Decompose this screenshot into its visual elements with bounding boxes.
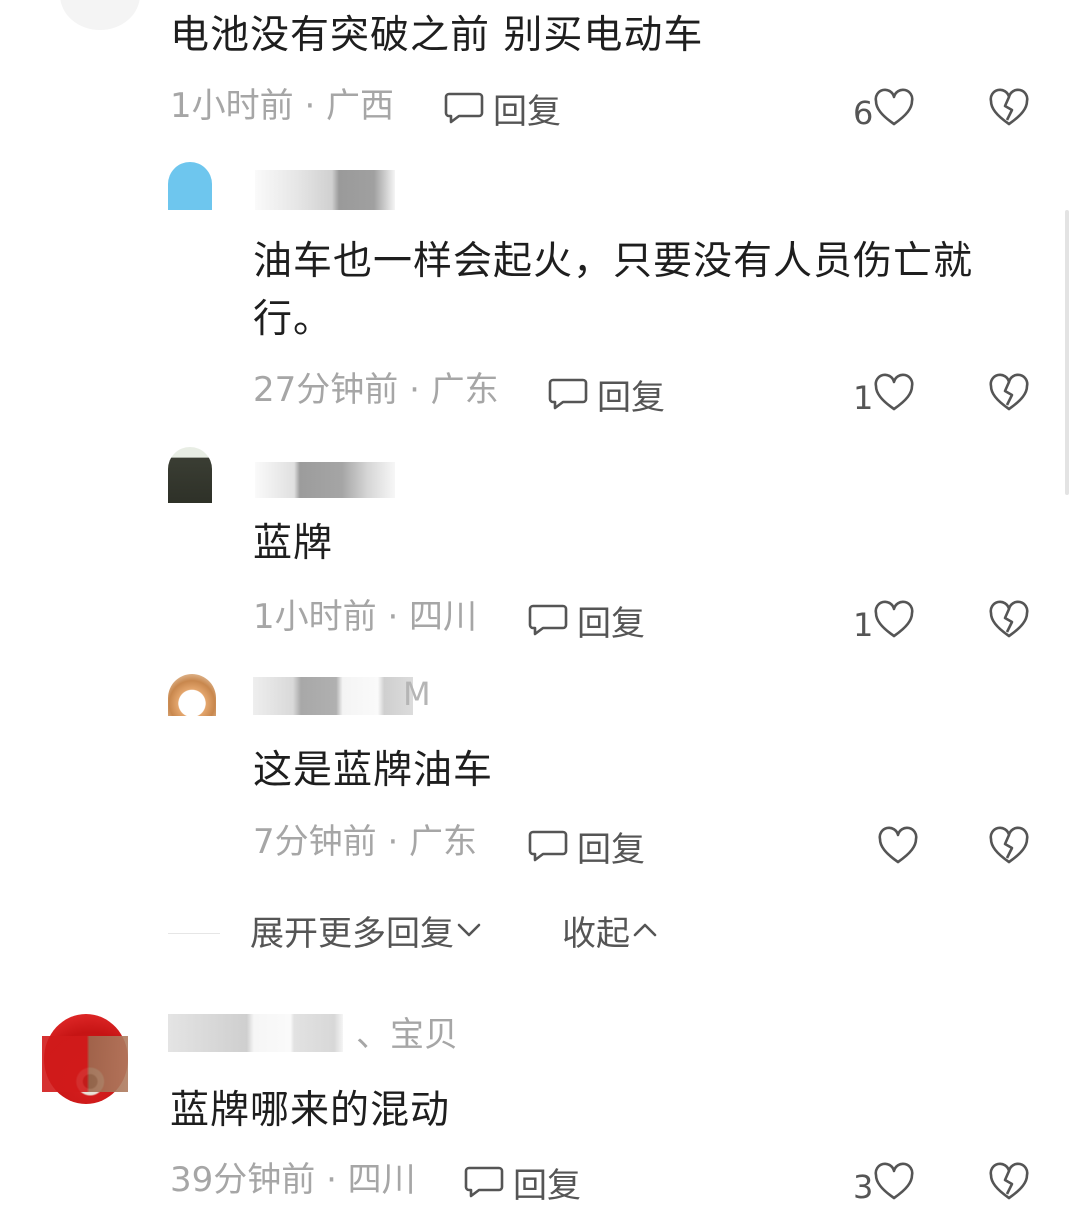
avatar[interactable]: [168, 162, 212, 210]
chevron-up-icon: [630, 914, 660, 954]
avatar[interactable]: [168, 447, 212, 503]
reply-button[interactable]: 回复: [463, 1160, 581, 1211]
chat-bubble-icon: [547, 372, 589, 423]
dislike-button[interactable]: [988, 373, 1030, 417]
comment-meta: 7分钟前 · 广东: [253, 822, 478, 862]
dislike-button[interactable]: [988, 88, 1030, 132]
reply-label: 回复: [597, 377, 665, 418]
comment-text: 蓝牌哪来的混动: [170, 1088, 451, 1133]
heart-icon: [873, 88, 915, 137]
broken-heart-icon: [988, 826, 1030, 870]
username-blurred: [255, 462, 395, 498]
broken-heart-icon: [988, 88, 1030, 132]
reply-button[interactable]: 回复: [527, 598, 645, 649]
username-fragment: M: [403, 675, 431, 713]
comment-text: 油车也一样会起火，只要没有人员伤亡就: [253, 239, 974, 284]
reply-label: 回复: [577, 829, 645, 870]
comment-meta: 39分钟前 · 四川: [170, 1160, 416, 1200]
like-button[interactable]: [877, 826, 919, 875]
heart-icon: [873, 600, 915, 649]
collapse-button[interactable]: 收起: [562, 914, 660, 954]
username-blurred: [255, 170, 395, 210]
broken-heart-icon: [988, 600, 1030, 644]
avatar[interactable]: [60, 0, 140, 30]
comment-meta: 1小时前 · 四川: [253, 597, 478, 637]
like-button[interactable]: 6: [853, 88, 915, 137]
comment-text-continued: 行。: [253, 297, 334, 342]
divider: [168, 933, 220, 934]
username-blurred: [253, 677, 413, 715]
expand-more-label: 展开更多回复: [250, 914, 454, 954]
heart-icon: [873, 1162, 915, 1211]
broken-heart-icon: [988, 373, 1030, 417]
avatar-overlay: [42, 1036, 128, 1092]
reply-button[interactable]: 回复: [443, 86, 561, 137]
chat-bubble-icon: [527, 598, 569, 649]
chat-bubble-icon: [443, 86, 485, 137]
avatar[interactable]: [168, 674, 216, 716]
chat-bubble-icon: [463, 1160, 505, 1211]
like-count: 6: [853, 93, 874, 132]
dislike-button[interactable]: [988, 600, 1030, 644]
comment-text: 这是蓝牌油车: [253, 748, 494, 793]
username-blurred: [168, 1014, 343, 1052]
like-button[interactable]: 1: [853, 600, 915, 649]
like-count: 3: [853, 1167, 874, 1206]
dislike-button[interactable]: [988, 826, 1030, 870]
reply-label: 回复: [493, 91, 561, 132]
reply-label: 回复: [513, 1165, 581, 1206]
comment-text: 电池没有突破之前 别买电动车: [170, 13, 704, 58]
reply-label: 回复: [577, 603, 645, 644]
broken-heart-icon: [988, 1162, 1030, 1206]
heart-icon: [877, 826, 919, 875]
chat-bubble-icon: [527, 824, 569, 875]
reply-button[interactable]: 回复: [527, 824, 645, 875]
comment-text: 蓝牌: [253, 521, 334, 566]
heart-icon: [873, 373, 915, 422]
expand-more-replies-button[interactable]: 展开更多回复: [250, 914, 484, 954]
comment-meta: 27分钟前 · 广东: [253, 370, 499, 410]
chevron-down-icon: [454, 914, 484, 954]
reply-button[interactable]: 回复: [547, 372, 665, 423]
like-count: 1: [853, 605, 874, 644]
scrollbar[interactable]: [1065, 210, 1069, 495]
like-count: 1: [853, 378, 874, 417]
collapse-label: 收起: [562, 914, 630, 954]
like-button[interactable]: 3: [853, 1162, 915, 1211]
dislike-button[interactable]: [988, 1162, 1030, 1206]
username-suffix: 、宝贝: [356, 1015, 458, 1055]
comment-meta: 1小时前 · 广西: [170, 86, 395, 126]
like-button[interactable]: 1: [853, 373, 915, 422]
